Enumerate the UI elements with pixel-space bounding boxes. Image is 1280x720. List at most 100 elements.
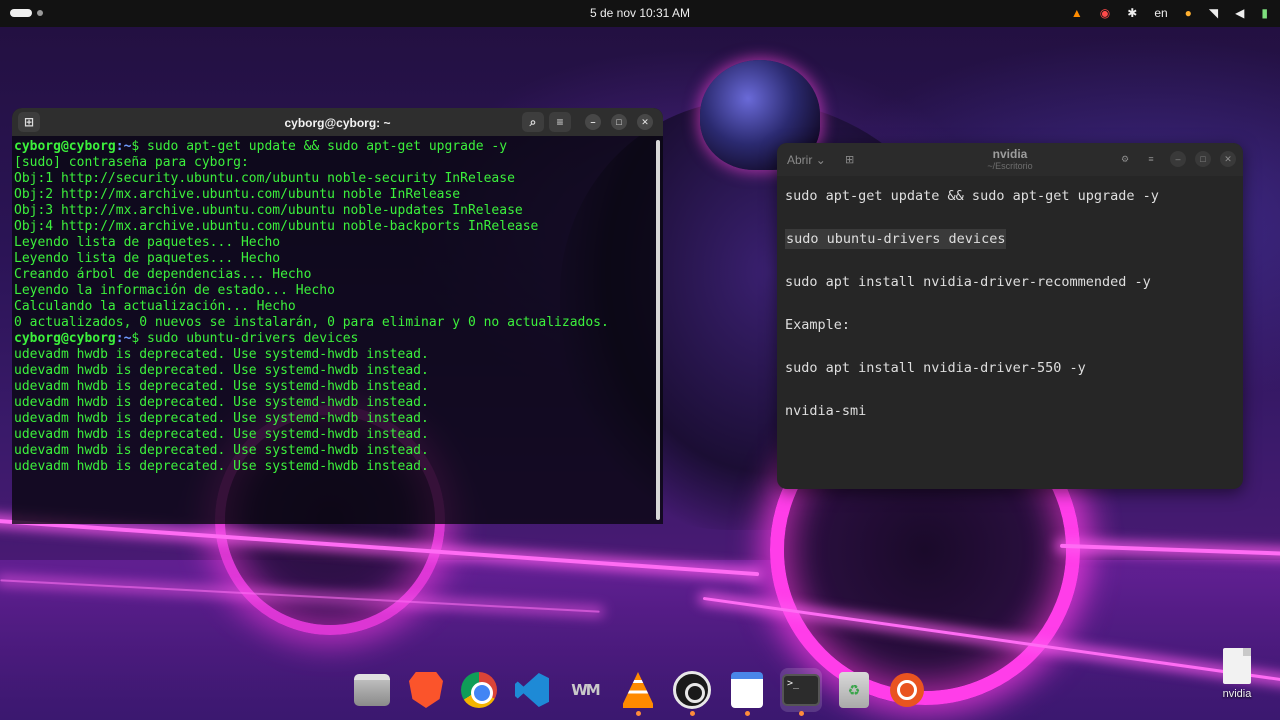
vscode-icon: [515, 673, 549, 707]
trash-icon: ♻: [839, 672, 869, 708]
dock-show-apps[interactable]: [886, 668, 928, 712]
dock-terminal[interactable]: >_: [780, 668, 822, 716]
vlc-tray-icon[interactable]: ▲: [1071, 4, 1083, 23]
terminal-output-line: Calculando la actualización... Hecho: [14, 299, 296, 314]
text-editor-icon: [731, 672, 763, 708]
terminal-output-line: Obj:4 http://mx.archive.ubuntu.com/ubunt…: [14, 219, 539, 234]
accessibility-icon[interactable]: ✱: [1127, 4, 1137, 23]
terminal-titlebar[interactable]: ⊞ cyborg@cyborg: ~ ⌕ ≡ – □ ✕: [12, 108, 663, 136]
activities-indicator[interactable]: [10, 9, 43, 17]
dock-files[interactable]: [351, 668, 393, 712]
close-icon: ✕: [641, 117, 649, 127]
terminal-window[interactable]: ⊞ cyborg@cyborg: ~ ⌕ ≡ – □ ✕ cyborg@cybo…: [12, 108, 663, 524]
editor-line[interactable]: sudo apt install nvidia-driver-recommend…: [785, 272, 1151, 292]
terminal-output-line: udevadm hwdb is deprecated. Use systemd-…: [14, 411, 429, 426]
running-indicator: [745, 711, 750, 716]
clock-text[interactable]: 5 de nov 10:31 AM: [590, 6, 690, 20]
prompt-path: :~: [115, 331, 132, 346]
dock: WM >_ ♻: [346, 662, 936, 718]
microphone-icon[interactable]: ●: [1185, 4, 1192, 23]
prompt-user: cyborg@cyborg: [14, 139, 116, 154]
text-file-icon: [1223, 648, 1251, 684]
editor-maximize-button[interactable]: □: [1195, 151, 1211, 167]
terminal-output-line: udevadm hwdb is deprecated. Use systemd-…: [14, 363, 429, 378]
terminal-output-line: Obj:2 http://mx.archive.ubuntu.com/ubunt…: [14, 187, 461, 202]
terminal-output-line: 0 actualizados, 0 nuevos se instalarán, …: [14, 315, 609, 330]
terminal-output-line: [sudo] contraseña para cyborg:: [14, 155, 249, 170]
desktop-file-label: nvidia: [1222, 688, 1252, 700]
close-icon: ✕: [1224, 154, 1232, 164]
running-indicator: [799, 711, 804, 716]
prompt-command: $ sudo apt-get update && sudo apt-get up…: [131, 139, 508, 154]
desktop-file-nvidia[interactable]: nvidia: [1213, 648, 1261, 700]
maximize-button[interactable]: □: [611, 114, 627, 130]
editor-close-button[interactable]: ✕: [1220, 151, 1236, 167]
editor-settings-button[interactable]: ⚙: [1117, 151, 1133, 167]
terminal-output-line: Leyendo la información de estado... Hech…: [14, 283, 335, 298]
dock-vlc[interactable]: [617, 668, 659, 716]
search-button[interactable]: ⌕: [522, 112, 544, 132]
prompt-command: $ sudo ubuntu-drivers devices: [131, 331, 359, 346]
terminal-prompt-line: cyborg@cyborg:~$ sudo ubuntu-drivers dev…: [14, 331, 654, 347]
gear-icon: ⚙: [1120, 154, 1130, 164]
editor-line[interactable]: sudo apt install nvidia-driver-550 -y: [785, 358, 1086, 378]
dock-vscode[interactable]: [511, 668, 553, 712]
menu-button[interactable]: ≡: [549, 112, 571, 132]
terminal-icon: >_: [782, 674, 820, 706]
close-button[interactable]: ✕: [637, 114, 653, 130]
text-editor-window[interactable]: Abrir ⌄ ⊞ nvidia ~/Escritorio ⚙ ≡ – □ ✕ …: [777, 143, 1243, 489]
dock-text-editor[interactable]: [726, 668, 768, 716]
top-panel: 5 de nov 10:31 AM ▲ ◉ ✱ en ● ◥ ◀ ▮: [0, 0, 1280, 27]
system-tray: ▲ ◉ ✱ en ● ◥ ◀ ▮: [1071, 4, 1268, 23]
dock-trash[interactable]: ♻: [833, 668, 875, 712]
editor-line[interactable]: nvidia-smi: [785, 401, 866, 421]
terminal-output-line: udevadm hwdb is deprecated. Use systemd-…: [14, 395, 429, 410]
running-indicator: [690, 711, 695, 716]
terminal-output-line: Leyendo lista de paquetes... Hecho: [14, 235, 281, 250]
screen-record-icon[interactable]: ◉: [1100, 4, 1110, 23]
terminal-output[interactable]: cyborg@cyborg:~$ sudo apt-get update && …: [14, 139, 654, 519]
wifi-icon[interactable]: ◥: [1209, 4, 1218, 23]
battery-icon[interactable]: ▮: [1261, 4, 1268, 23]
hamburger-menu-icon: ≡: [556, 115, 564, 129]
prompt-user: cyborg@cyborg: [14, 331, 116, 346]
prompt-path: :~: [115, 139, 132, 154]
wallpaper-neon-line: [1060, 543, 1280, 557]
terminal-output-line: Creando árbol de dependencias... Hecho: [14, 267, 312, 282]
terminal-prompt-line: cyborg@cyborg:~$ sudo apt-get update && …: [14, 139, 654, 155]
wm-app-icon: WM: [571, 681, 601, 699]
files-icon: [354, 674, 390, 706]
dock-wm-app[interactable]: WM: [564, 668, 606, 712]
editor-minimize-button[interactable]: –: [1170, 151, 1186, 167]
terminal-output-line: udevadm hwdb is deprecated. Use systemd-…: [14, 427, 429, 442]
editor-titlebar[interactable]: Abrir ⌄ ⊞ nvidia ~/Escritorio ⚙ ≡ – □ ✕: [777, 143, 1243, 176]
language-indicator[interactable]: en: [1154, 4, 1167, 23]
terminal-output-line: udevadm hwdb is deprecated. Use systemd-…: [14, 347, 429, 362]
volume-icon[interactable]: ◀: [1235, 4, 1244, 23]
dock-obs[interactable]: [671, 668, 713, 716]
workspace-indicator: [37, 10, 43, 16]
chrome-icon: [461, 672, 497, 708]
editor-line[interactable]: Example:: [785, 315, 850, 335]
brave-icon: [409, 672, 443, 708]
minimize-button[interactable]: –: [585, 114, 601, 130]
terminal-output-line: Obj:3 http://mx.archive.ubuntu.com/ubunt…: [14, 203, 523, 218]
obs-icon: [673, 671, 711, 709]
editor-menu-button[interactable]: ≡: [1143, 151, 1159, 167]
terminal-output-line: udevadm hwdb is deprecated. Use systemd-…: [14, 379, 429, 394]
minimize-icon: –: [1175, 154, 1181, 164]
terminal-output-line: Leyendo lista de paquetes... Hecho: [14, 251, 281, 266]
maximize-icon: □: [616, 117, 622, 127]
vlc-icon: [623, 672, 653, 708]
dock-brave[interactable]: [405, 668, 447, 712]
editor-line-selected[interactable]: sudo ubuntu-drivers devices: [785, 229, 1007, 249]
minimize-icon: –: [590, 117, 596, 127]
running-indicator: [636, 711, 641, 716]
terminal-scrollbar[interactable]: [656, 140, 660, 520]
workspace-active-indicator: [10, 9, 32, 17]
terminal-output-line: udevadm hwdb is deprecated. Use systemd-…: [14, 459, 429, 474]
editor-line[interactable]: sudo apt-get update && sudo apt-get upgr…: [785, 186, 1159, 206]
dock-chrome[interactable]: [458, 668, 500, 712]
ubuntu-icon: [890, 673, 924, 707]
hamburger-menu-icon: ≡: [1148, 154, 1154, 164]
